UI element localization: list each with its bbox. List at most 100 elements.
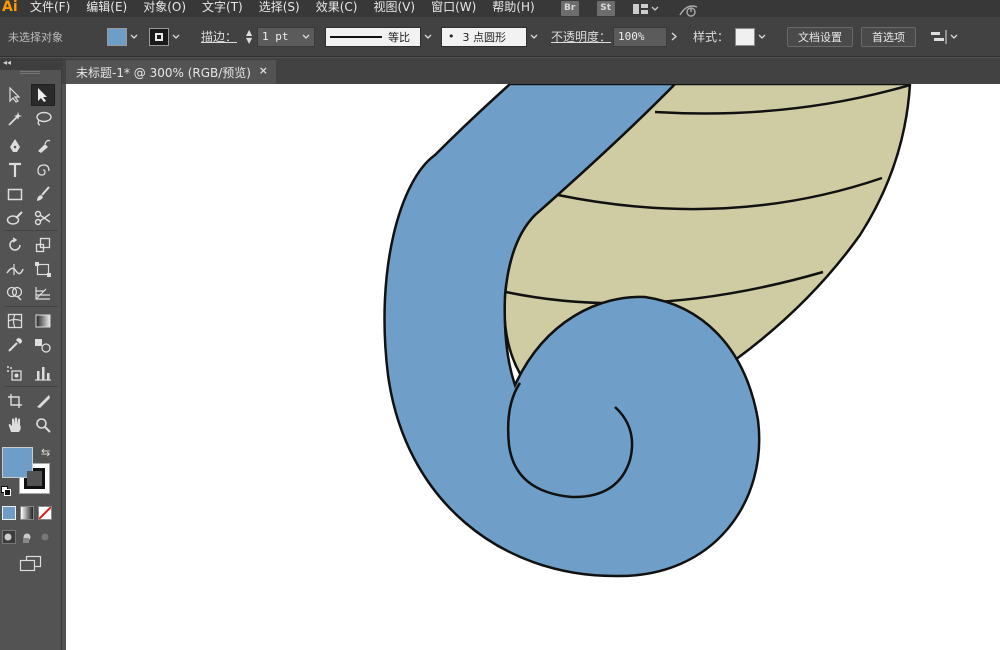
menu-object[interactable]: 对象(O) (135, 0, 194, 17)
curvature-tool[interactable] (31, 135, 55, 157)
preferences-button[interactable]: 首选项 (861, 26, 917, 47)
slice-tool[interactable] (31, 390, 55, 412)
tools-panel-header[interactable]: ◂◂ (0, 58, 61, 70)
stroke-weight-field[interactable]: 1 pt (257, 26, 316, 47)
menu-bar: Ai 文件(F) 编辑(E) 对象(O) 文字(T) 选择(S) 效果(C) 视… (0, 0, 1000, 17)
menu-file[interactable]: 文件(F) (22, 0, 78, 17)
blend-tool[interactable] (31, 334, 55, 356)
collapse-panel-icon[interactable]: ◂◂ (3, 58, 11, 68)
shaper-tool[interactable] (3, 207, 27, 229)
bridge-button[interactable]: Br (560, 1, 579, 16)
document-tab[interactable]: 未标题-1* @ 300% (RGB/预览) × (66, 60, 276, 84)
close-tab-icon[interactable]: × (259, 64, 268, 77)
opacity-label[interactable]: 不透明度： (551, 28, 611, 45)
stepper-down-icon[interactable]: ▼ (246, 36, 252, 45)
rotate-tool[interactable] (3, 234, 27, 256)
shaper-icon (6, 211, 23, 225)
draw-normal-icon[interactable] (2, 530, 16, 544)
zoom-tool[interactable] (31, 414, 55, 436)
tools-panel: ◂◂ ⇆ (0, 58, 62, 650)
menu-edit[interactable]: 编辑(E) (78, 0, 135, 17)
chevron-down-icon (651, 6, 659, 11)
default-fill-stroke-icon[interactable] (1, 486, 11, 496)
document-tab-title: 未标题-1* @ 300% (RGB/预览) (76, 65, 251, 80)
draw-inside-icon[interactable] (38, 530, 52, 544)
variable-width-profile[interactable]: 等比 (325, 26, 422, 47)
align-options-button[interactable] (930, 29, 958, 44)
stroke-swatch[interactable] (149, 27, 169, 46)
gradient-mode-button[interactable] (20, 506, 34, 520)
selection-tool[interactable] (31, 84, 55, 106)
menu-effect[interactable]: 效果(C) (308, 0, 366, 17)
magic-wand-tool[interactable] (3, 108, 27, 130)
gradient-tool[interactable] (31, 310, 55, 332)
menu-select[interactable]: 选择(S) (251, 0, 308, 17)
chevron-down-icon (424, 34, 432, 39)
symbol-sprayer-icon (7, 366, 22, 381)
artboard-tool[interactable] (3, 390, 27, 412)
opacity-expand[interactable] (667, 28, 681, 46)
menu-view[interactable]: 视图(V) (365, 0, 423, 17)
column-graph-tool[interactable] (31, 362, 55, 384)
type-tool[interactable] (3, 159, 27, 181)
tools-divider (4, 386, 58, 387)
curvature-pen-icon (38, 139, 51, 153)
menu-type[interactable]: 文字(T) (194, 0, 251, 17)
chevron-down-icon (530, 34, 538, 39)
shape-builder-tool[interactable] (3, 282, 27, 304)
none-mode-button[interactable] (38, 506, 52, 520)
document-setup-button[interactable]: 文档设置 (787, 26, 854, 47)
panel-grip[interactable] (20, 71, 40, 74)
color-mode-button[interactable] (2, 506, 16, 520)
spiral-icon (37, 164, 50, 176)
width-tool-icon (6, 264, 24, 275)
stroke-weight-stepper[interactable]: ▲ ▼ (243, 28, 255, 46)
menu-window[interactable]: 窗口(W) (423, 0, 484, 17)
stock-button[interactable]: St (596, 1, 615, 16)
menu-help[interactable]: 帮助(H) (484, 0, 542, 17)
direct-selection-icon (9, 87, 21, 103)
hand-tool[interactable] (3, 414, 27, 436)
artboard-canvas[interactable] (66, 84, 1000, 650)
align-icon (931, 29, 947, 44)
profile-dropdown[interactable] (421, 28, 435, 46)
chevron-down-icon (172, 34, 180, 39)
stroke-label[interactable]: 描边： (201, 28, 237, 45)
mesh-icon (7, 313, 23, 329)
stroke-indicator-icon (155, 32, 163, 41)
screen-mode-icon[interactable] (18, 555, 44, 573)
app-logo: Ai (2, 0, 18, 15)
swap-fill-stroke-icon[interactable]: ⇆ (41, 446, 50, 459)
scissors-tool[interactable] (31, 207, 55, 229)
fill-swatch[interactable] (107, 27, 127, 46)
symbol-sprayer-tool[interactable] (3, 362, 27, 384)
perspective-grid-tool[interactable] (31, 282, 55, 304)
spiral-tool[interactable] (31, 159, 55, 181)
pen-tool[interactable] (3, 135, 27, 157)
chevron-down-icon (950, 34, 958, 39)
opacity-field[interactable]: 100% (613, 26, 668, 47)
arrange-documents-button[interactable] (632, 3, 659, 15)
paintbrush-tool[interactable] (31, 183, 55, 205)
direct-selection-tool[interactable] (3, 84, 27, 106)
style-dropdown[interactable] (755, 28, 769, 46)
width-tool[interactable] (3, 258, 27, 280)
free-transform-tool[interactable] (31, 258, 55, 280)
fill-dropdown[interactable] (127, 28, 141, 46)
stroke-dropdown[interactable] (169, 28, 183, 46)
brush-dropdown[interactable] (527, 28, 541, 46)
mesh-tool[interactable] (3, 310, 27, 332)
draw-behind-icon[interactable] (20, 530, 34, 544)
lasso-tool[interactable] (31, 108, 55, 130)
tools-divider (4, 306, 58, 307)
gpu-performance-icon[interactable] (677, 1, 701, 17)
document-tab-bar: 未标题-1* @ 300% (RGB/预览) × (62, 58, 1000, 84)
scale-tool[interactable] (31, 234, 55, 256)
seahorse-tail-artwork[interactable] (66, 84, 1000, 650)
brush-label: 3 点圆形 (462, 30, 507, 44)
graphic-style-swatch[interactable] (735, 27, 756, 46)
blend-icon (35, 339, 51, 353)
eyedropper-tool[interactable] (3, 334, 27, 356)
rectangle-tool[interactable] (3, 183, 27, 205)
brush-definition[interactable]: • 3 点圆形 (441, 26, 528, 47)
